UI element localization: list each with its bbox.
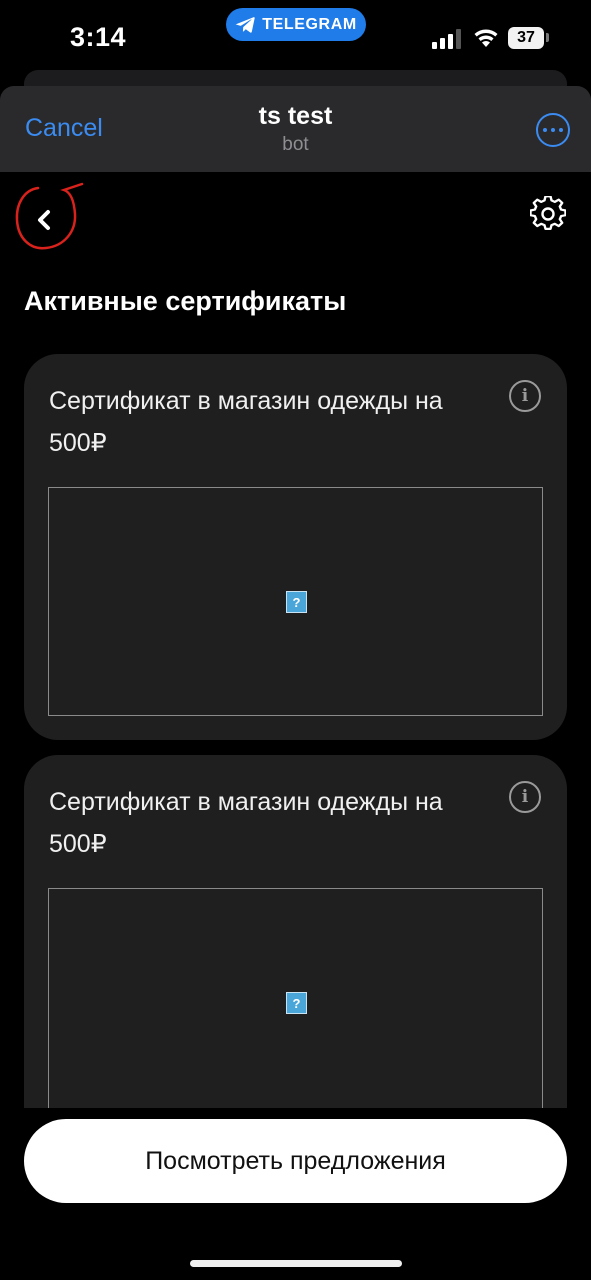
info-icon[interactable]: i: [509, 380, 541, 412]
telegram-label: TELEGRAM: [262, 15, 357, 33]
webapp-content: Активные сертификаты Сертификат в магази…: [0, 172, 591, 1108]
certificate-card[interactable]: Сертификат в магазин одежды на 500₽ i ?: [24, 354, 567, 740]
cellular-signal-icon: [432, 29, 461, 49]
certificate-title: Сертификат в магазин одежды на 500₽: [49, 788, 443, 858]
ellipsis-circle-icon[interactable]: [536, 113, 570, 147]
status-time: 3:14: [70, 22, 127, 52]
page-title: Активные сертификаты: [24, 286, 347, 316]
chevron-left-icon: [38, 210, 50, 230]
gear-icon[interactable]: [530, 196, 566, 232]
red-circle-annotation: [15, 182, 84, 250]
certificate-image: ?: [48, 487, 543, 716]
telegram-return-pill[interactable]: TELEGRAM: [226, 8, 366, 41]
back-button[interactable]: [14, 180, 84, 254]
certificate-image: ?: [48, 888, 543, 1108]
certificate-card[interactable]: Сертификат в магазин одежды на 500₽ i ?: [24, 755, 567, 1108]
broken-image-icon: ?: [286, 591, 307, 613]
status-bar: 3:14 TELEGRAM 37: [0, 0, 591, 72]
wifi-icon: [474, 29, 498, 47]
bottom-action-area: Посмотреть предложения: [0, 1108, 591, 1228]
bot-subtitle: bot: [282, 134, 309, 155]
broken-image-icon: ?: [286, 992, 307, 1014]
view-offers-button[interactable]: Посмотреть предложения: [24, 1119, 567, 1203]
bottom-safe-area: [0, 1228, 591, 1280]
info-icon[interactable]: i: [509, 781, 541, 813]
battery-tip: [546, 33, 549, 42]
battery-indicator: 37: [508, 27, 544, 49]
certificate-title: Сертификат в магазин одежды на 500₽: [49, 387, 443, 457]
home-indicator[interactable]: [190, 1260, 402, 1267]
webapp-header: Cancel ts test bot: [0, 86, 591, 172]
bot-title: ts test: [258, 102, 333, 130]
telegram-icon: [235, 16, 255, 33]
